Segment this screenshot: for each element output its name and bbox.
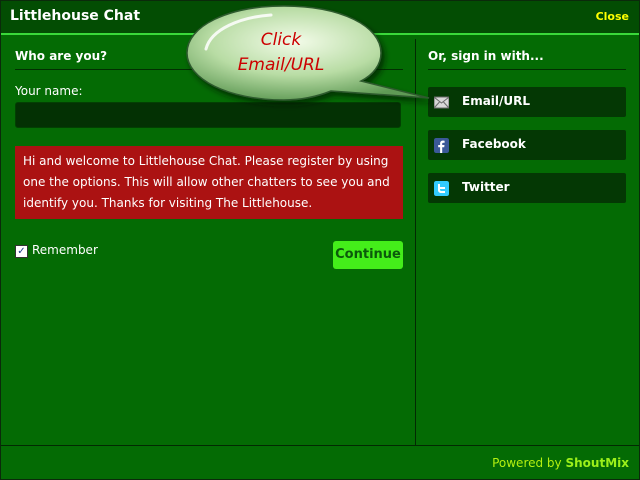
remember-row: ✓ Remember Continue xyxy=(15,241,403,269)
continue-button[interactable]: Continue xyxy=(333,241,403,269)
signin-email-label: Email/URL xyxy=(462,94,531,108)
identity-panel: Who are you? Your name: Hi and welcome t… xyxy=(15,49,403,269)
callout-line-2: Email/URL xyxy=(237,55,325,75)
callout-text: Click Email/URL xyxy=(211,28,351,78)
signin-twitter-button[interactable]: Twitter xyxy=(428,173,626,203)
signin-twitter-label: Twitter xyxy=(462,180,510,194)
signin-facebook-label: Facebook xyxy=(462,137,526,151)
signin-email-button[interactable]: Email/URL xyxy=(428,87,626,117)
facebook-icon xyxy=(434,138,449,153)
envelope-icon xyxy=(434,96,449,109)
remember-checkbox[interactable]: ✓ xyxy=(15,245,28,258)
powered-by-text: Powered by xyxy=(492,456,562,470)
footer: Powered by ShoutMix xyxy=(492,456,629,470)
signin-heading: Or, sign in with... xyxy=(428,49,626,70)
name-input[interactable] xyxy=(15,102,401,128)
callout-line-1: Click xyxy=(260,30,302,50)
twitter-icon xyxy=(434,181,449,196)
signin-facebook-button[interactable]: Facebook xyxy=(428,130,626,160)
signin-panel: Or, sign in with... Email/URL Facebook T… xyxy=(428,49,626,216)
footer-divider xyxy=(1,445,639,446)
name-label: Your name: xyxy=(15,84,83,98)
close-link[interactable]: Close xyxy=(596,10,629,23)
signin-options: Email/URL Facebook Twitter xyxy=(428,87,626,203)
shoutmix-link[interactable]: ShoutMix xyxy=(565,456,629,470)
window-title: Littlehouse Chat xyxy=(10,8,141,24)
panel-divider xyxy=(415,39,416,445)
chat-login-window: Littlehouse Chat Close Who are you? Your… xyxy=(0,0,640,480)
welcome-message: Hi and welcome to Littlehouse Chat. Plea… xyxy=(15,146,403,219)
remember-label[interactable]: Remember xyxy=(32,243,98,257)
